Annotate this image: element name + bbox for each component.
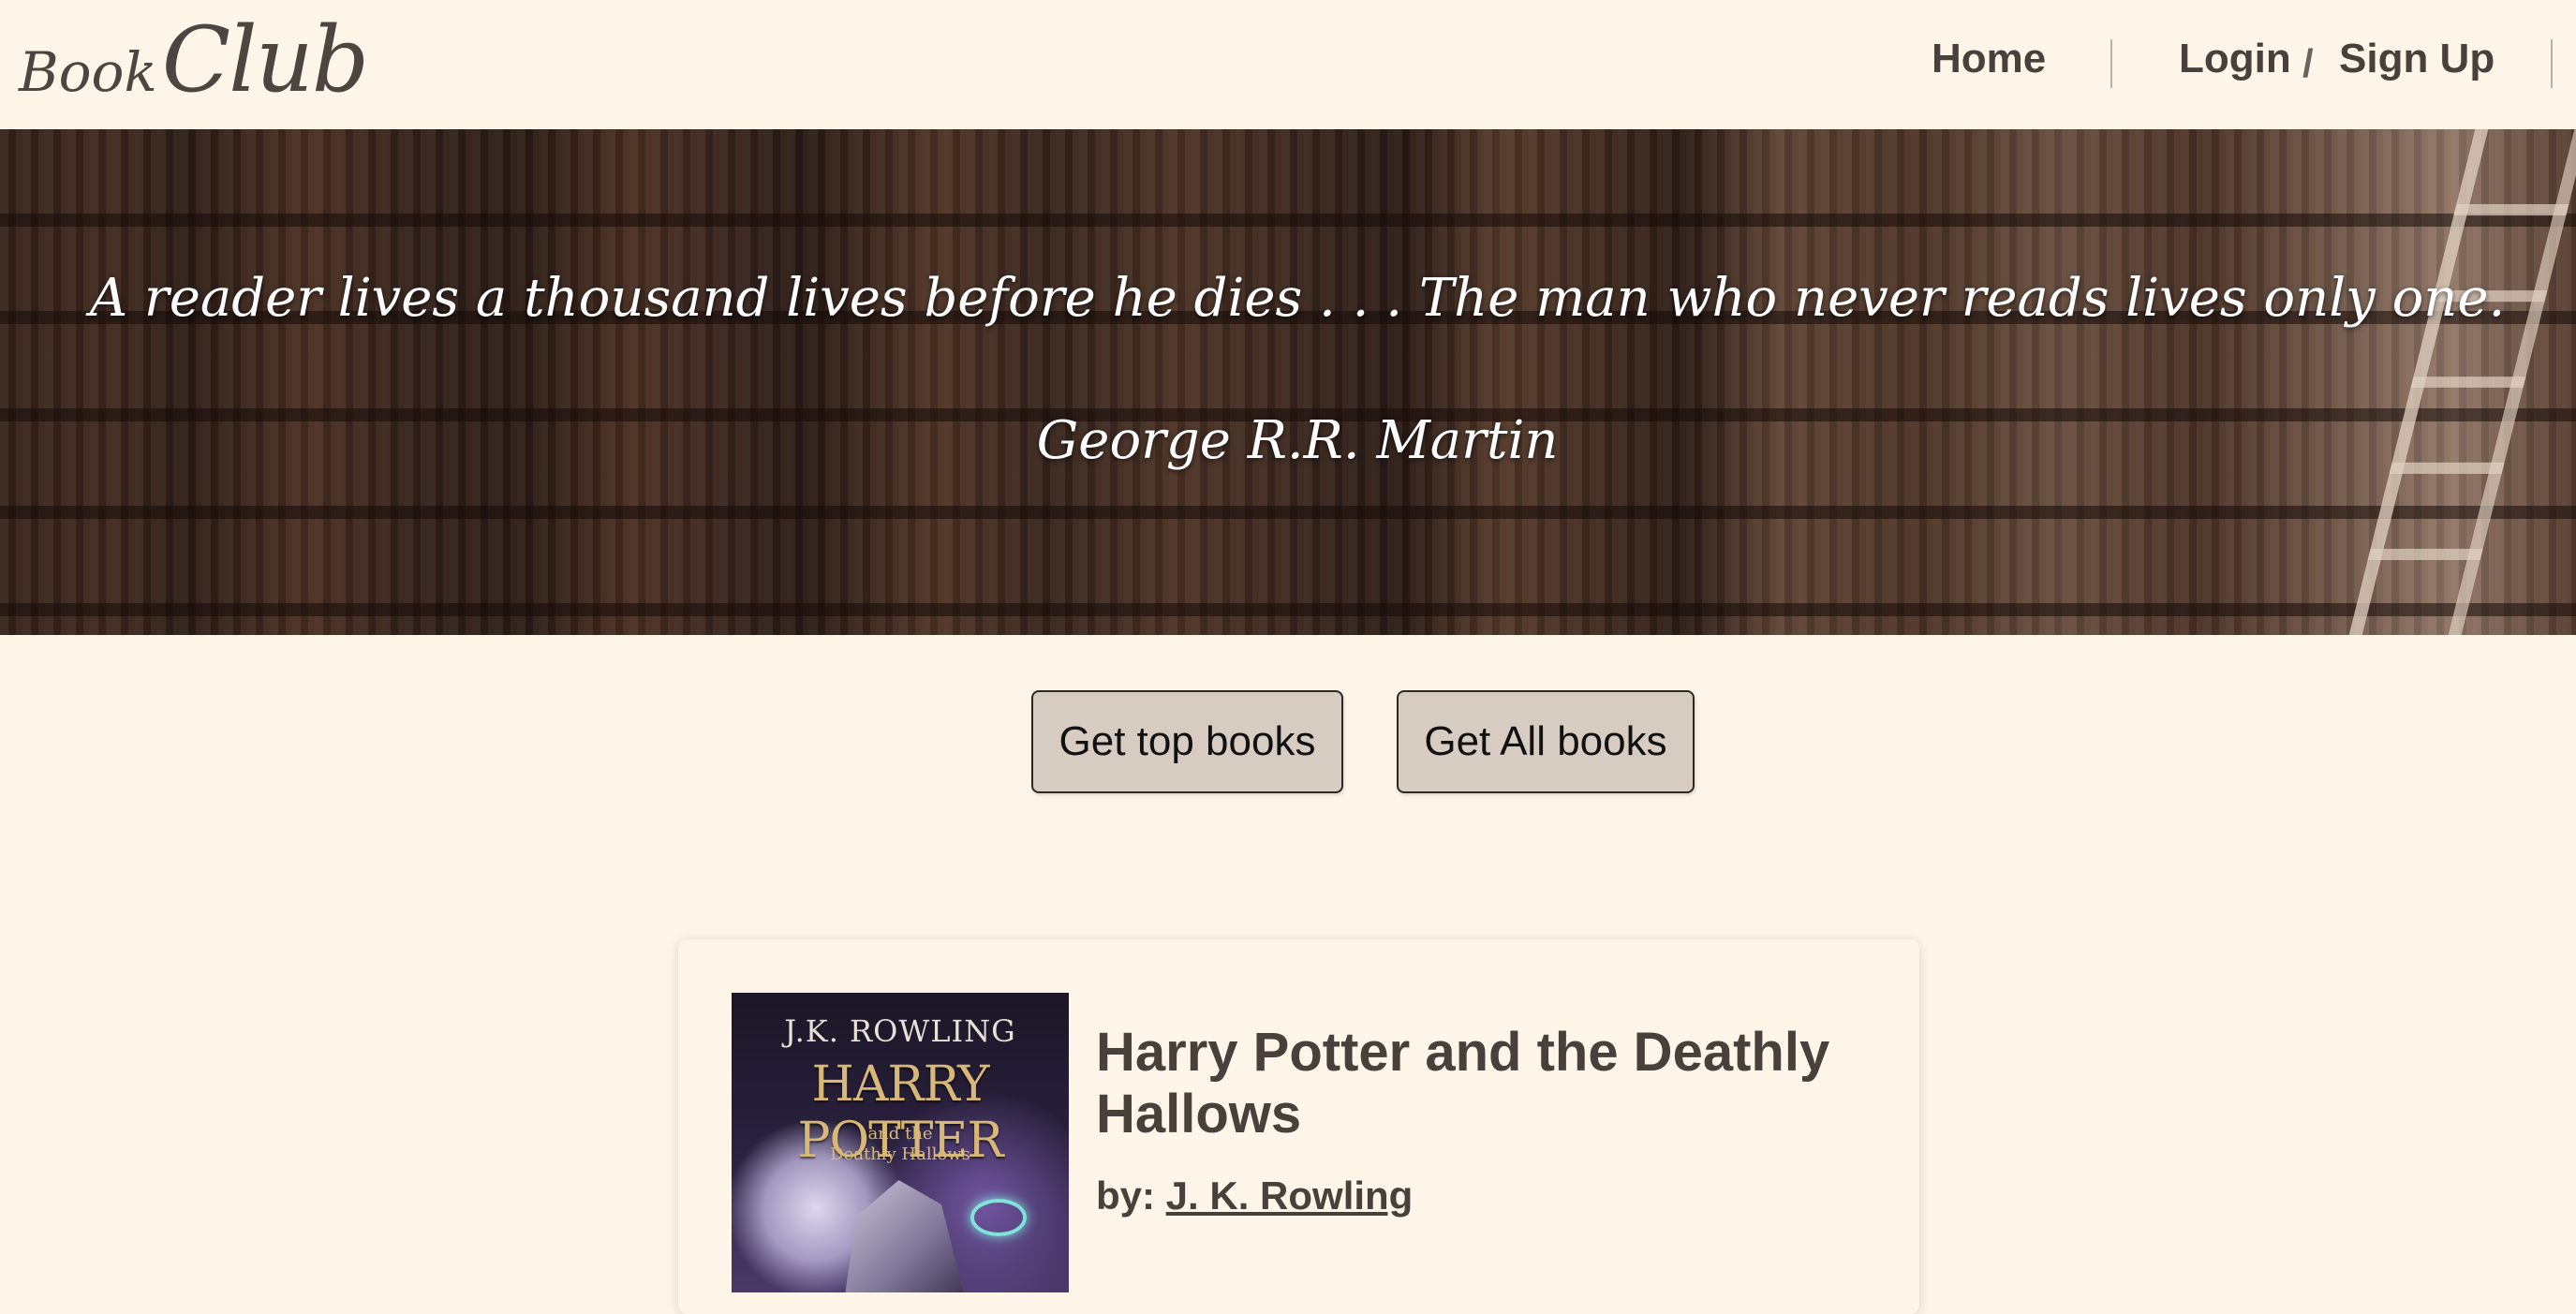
logo-word-book: Book	[19, 40, 157, 104]
get-all-books-button[interactable]: Get All books	[1397, 690, 1695, 793]
book-cover-image[interactable]: J.K. ROWLING HARRY POTTER and the Deathl…	[732, 993, 1069, 1292]
book-author-line: by: J. K. Rowling	[1096, 1174, 1413, 1218]
hero-quote: A reader lives a thousand lives before h…	[89, 268, 2506, 329]
site-logo[interactable]: Book Club	[19, 7, 369, 112]
logo-word-club: Club	[161, 7, 369, 112]
cover-subtitle-line1: and the	[867, 1124, 933, 1144]
cover-illustration	[844, 1180, 966, 1292]
hero-banner: A reader lives a thousand lives before h…	[0, 129, 2576, 635]
get-top-books-button[interactable]: Get top books	[1031, 690, 1343, 793]
cover-subtitle: and the Deathly Hallows	[732, 1124, 1069, 1165]
hero-quote-author: George R.R. Martin	[1036, 410, 1559, 471]
nav-signup-link[interactable]: Sign Up	[2339, 36, 2495, 82]
book-card[interactable]: J.K. ROWLING HARRY POTTER and the Deathl…	[678, 939, 1919, 1314]
cover-author-text: J.K. ROWLING	[784, 1013, 1016, 1049]
cover-subtitle-line2: Deathly Hallows	[830, 1144, 970, 1164]
book-author-label: by:	[1096, 1174, 1155, 1218]
cover-spell-glow	[970, 1199, 1027, 1236]
book-title[interactable]: Harry Potter and the Deathly Hallows	[1096, 1022, 1864, 1145]
navbar: Book Club Home Login / Sign Up	[0, 0, 2576, 129]
bookshelf-lines	[0, 129, 2576, 635]
nav-divider-end	[2551, 39, 2553, 88]
nav-divider	[2110, 39, 2112, 88]
nav-home-link[interactable]: Home	[1932, 36, 2046, 82]
nav-slash-separator: /	[2302, 41, 2314, 85]
book-author-link[interactable]: J. K. Rowling	[1166, 1174, 1414, 1218]
nav-login-link[interactable]: Login	[2179, 36, 2291, 82]
